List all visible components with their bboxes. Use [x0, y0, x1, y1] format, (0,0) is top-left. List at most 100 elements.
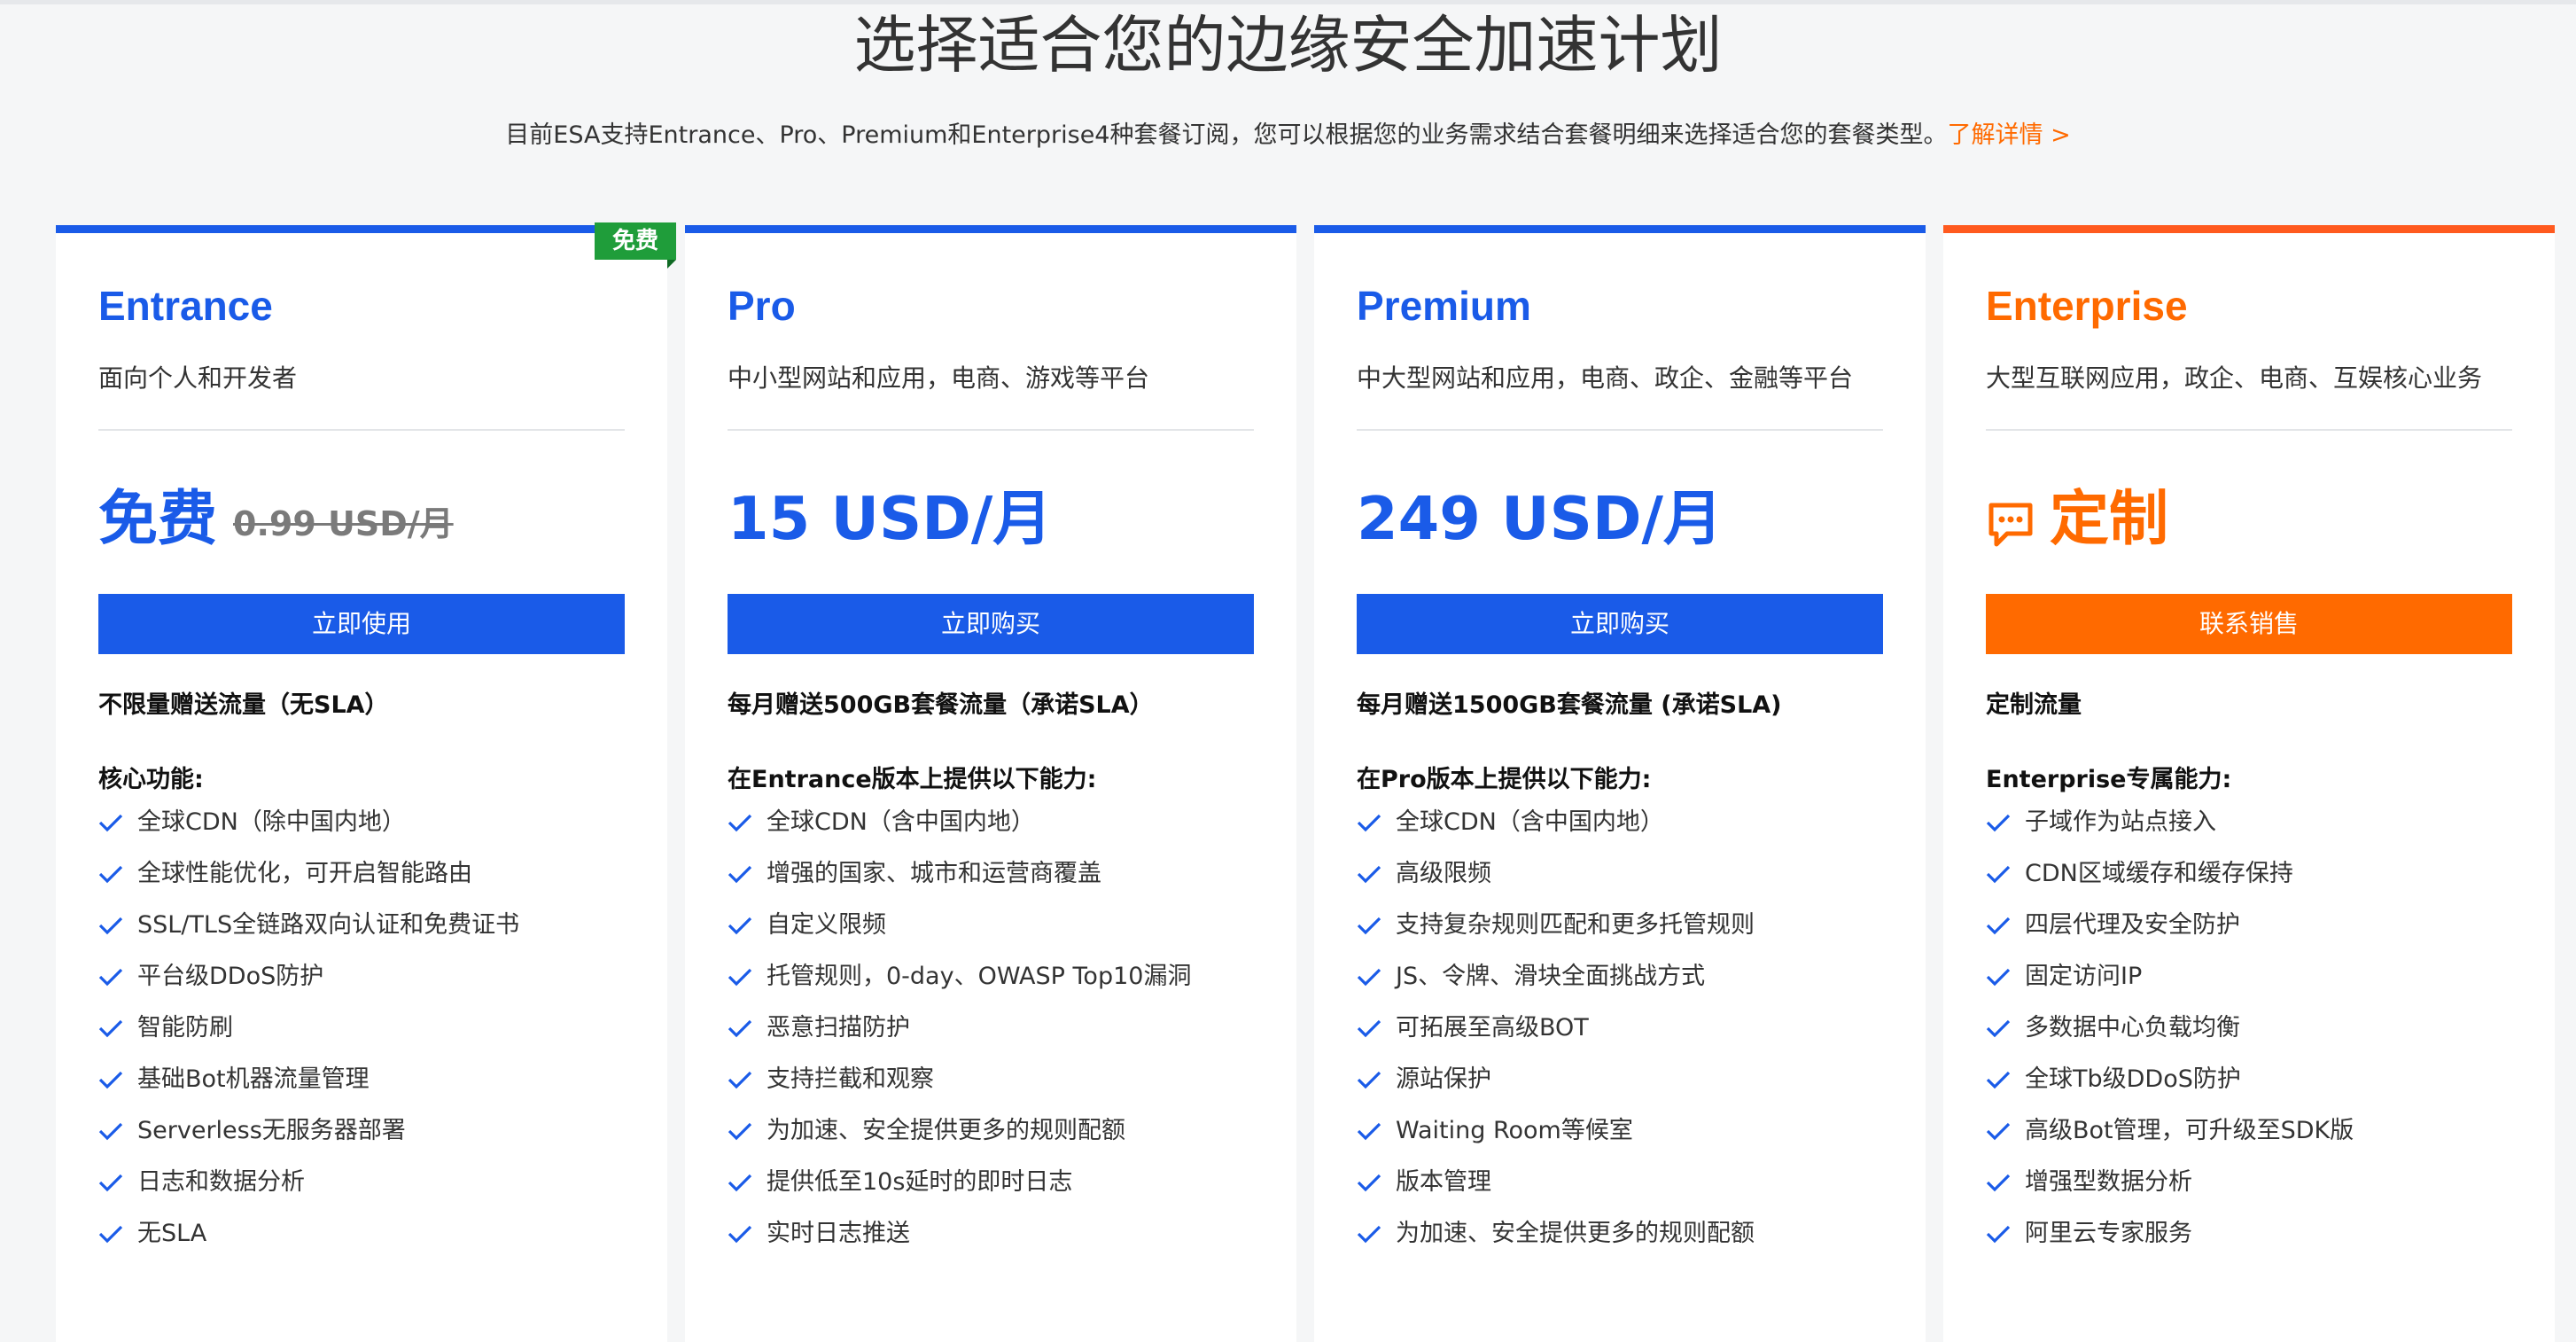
check-icon: [728, 805, 754, 840]
feature-label: 子域作为站点接入: [2025, 808, 2216, 836]
feature-label: 支持复杂规则匹配和更多托管规则: [1396, 911, 1755, 939]
feature-item: 平台级DDoS防护: [98, 959, 519, 1010]
check-icon: [1357, 856, 1383, 892]
plan-price: 15 USD/月: [728, 483, 1052, 554]
learn-more-link[interactable]: 了解详情 >: [1947, 121, 2070, 149]
feature-item: 全球CDN（含中国内地）: [1357, 805, 1755, 856]
check-icon: [98, 1113, 125, 1149]
feature-item: 子域作为站点接入: [1986, 805, 2354, 856]
traffic-note: 每月赠送1500GB套餐流量 (承诺SLA): [1357, 691, 1782, 719]
feature-label: 增强型数据分析: [2025, 1168, 2192, 1196]
check-icon: [1357, 805, 1383, 840]
divider: [98, 429, 625, 431]
divider: [1357, 429, 1883, 431]
feature-item: 四层代理及安全防护: [1986, 908, 2354, 959]
feature-label: 为加速、安全提供更多的规则配额: [1396, 1220, 1755, 1247]
check-icon: [728, 1165, 754, 1200]
chat-bubble-icon: [1986, 494, 2035, 547]
check-icon: [728, 1062, 754, 1097]
feature-label: 固定访问IP: [2025, 963, 2143, 990]
feature-item: 高级Bot管理，可升级至SDK版: [1986, 1113, 2354, 1165]
traffic-note: 定制流量: [1986, 691, 2082, 719]
feature-item: 为加速、安全提供更多的规则配额: [728, 1113, 1191, 1165]
feature-item: 全球性能优化，可开启智能路由: [98, 856, 519, 908]
check-icon: [1357, 959, 1383, 995]
feature-item: 基础Bot机器流量管理: [98, 1062, 519, 1113]
check-icon: [98, 1062, 125, 1097]
feature-item: 支持复杂规则匹配和更多托管规则: [1357, 908, 1755, 959]
feature-item: 全球CDN（除中国内地）: [98, 805, 519, 856]
check-icon: [1357, 1062, 1383, 1097]
plan-description: 面向个人和开发者: [98, 363, 298, 393]
contact-sales-button[interactable]: 联系销售: [1986, 594, 2512, 654]
check-icon: [1986, 856, 2012, 892]
plan-card-entrance: 免费 Entrance 面向个人和开发者 免费 0.99 USD/月 立即使用 …: [56, 222, 676, 1342]
badge-fold: [667, 260, 676, 269]
features-title: 核心功能:: [98, 766, 204, 793]
feature-label: JS、令牌、滑块全面挑战方式: [1396, 963, 1706, 990]
feature-label: SSL/TLS全链路双向认证和免费证书: [137, 911, 520, 939]
feature-label: 阿里云专家服务: [2025, 1220, 2192, 1247]
plan-card-premium: Premium 中大型网站和应用，电商、政企、金融等平台 249 USD/月 立…: [1314, 225, 1926, 1342]
check-icon: [1357, 1165, 1383, 1200]
feature-label: 智能防刷: [137, 1014, 233, 1042]
feature-label: 源站保护: [1396, 1065, 1491, 1093]
check-icon: [728, 908, 754, 943]
feature-label: 支持拦截和观察: [767, 1065, 934, 1093]
features-title: 在Entrance版本上提供以下能力:: [728, 766, 1097, 793]
divider: [1986, 429, 2512, 431]
feature-label: 托管规则，0-day、OWASP Top10漏洞: [767, 963, 1192, 990]
plan-card-pro: Pro 中小型网站和应用，电商、游戏等平台 15 USD/月 立即购买 每月赠送…: [685, 225, 1296, 1342]
feature-item: 多数据中心负载均衡: [1986, 1010, 2354, 1062]
feature-item: Waiting Room等候室: [1357, 1113, 1755, 1165]
plan-card-enterprise: Enterprise 大型互联网应用，政企、电商、互娱核心业务 定制 联系销售 …: [1943, 225, 2555, 1342]
use-now-button[interactable]: 立即使用: [98, 594, 625, 654]
price-value: 定制: [2050, 484, 2168, 553]
feature-item: 为加速、安全提供更多的规则配额: [1357, 1216, 1755, 1268]
feature-item: 增强型数据分析: [1986, 1165, 2354, 1216]
feature-label: 恶意扫描防护: [767, 1014, 910, 1042]
feature-label: 平台级DDoS防护: [137, 963, 324, 990]
check-icon: [98, 805, 125, 840]
feature-item: 可拓展至高级BOT: [1357, 1010, 1755, 1062]
plan-price: 249 USD/月: [1357, 483, 1723, 554]
feature-label: 实时日志推送: [767, 1220, 910, 1247]
feature-item: 恶意扫描防护: [728, 1010, 1191, 1062]
check-icon: [1986, 959, 2012, 995]
page-title: 选择适合您的边缘安全加速计划: [853, 9, 1723, 82]
check-icon: [1357, 1010, 1383, 1046]
top-strip: [0, 0, 2576, 4]
feature-item: 托管规则，0-day、OWASP Top10漏洞: [728, 959, 1191, 1010]
feature-label: 为加速、安全提供更多的规则配额: [767, 1117, 1125, 1144]
feature-item: 智能防刷: [98, 1010, 519, 1062]
feature-item: 无SLA: [98, 1216, 519, 1268]
check-icon: [1986, 908, 2012, 943]
price-value: 免费: [98, 484, 217, 553]
feature-label: 版本管理: [1396, 1168, 1491, 1196]
check-icon: [728, 856, 754, 892]
original-price: 0.99 USD/月: [233, 504, 454, 543]
check-icon: [1357, 908, 1383, 943]
feature-list: 子域作为站点接入 CDN区域缓存和缓存保持 四层代理及安全防护 固定访问IP 多…: [1986, 805, 2354, 1268]
check-icon: [1986, 805, 2012, 840]
feature-label: 提供低至10s延时的即时日志: [767, 1168, 1073, 1196]
check-icon: [728, 1010, 754, 1046]
feature-item: 阿里云专家服务: [1986, 1216, 2354, 1268]
buy-now-button[interactable]: 立即购买: [1357, 594, 1883, 654]
check-icon: [98, 959, 125, 995]
subtitle-text: 目前ESA支持Entrance、Pro、Premium和Enterprise4种…: [505, 121, 1948, 149]
feature-label: 多数据中心负载均衡: [2025, 1014, 2240, 1042]
feature-label: 全球性能优化，可开启智能路由: [137, 860, 472, 887]
feature-label: 全球CDN（除中国内地）: [137, 808, 406, 836]
features-title: Enterprise专属能力:: [1986, 766, 2232, 793]
feature-item: 全球Tb级DDoS防护: [1986, 1062, 2354, 1113]
feature-label: Serverless无服务器部署: [137, 1117, 406, 1144]
plan-price: 免费 0.99 USD/月: [98, 483, 454, 554]
feature-item: 提供低至10s延时的即时日志: [728, 1165, 1191, 1216]
plan-price: 定制: [1986, 483, 2168, 554]
feature-label: 日志和数据分析: [137, 1168, 305, 1196]
traffic-note: 不限量赠送流量（无SLA）: [98, 691, 389, 719]
buy-now-button[interactable]: 立即购买: [728, 594, 1254, 654]
plan-description: 中大型网站和应用，电商、政企、金融等平台: [1357, 363, 1854, 393]
feature-item: SSL/TLS全链路双向认证和免费证书: [98, 908, 519, 959]
